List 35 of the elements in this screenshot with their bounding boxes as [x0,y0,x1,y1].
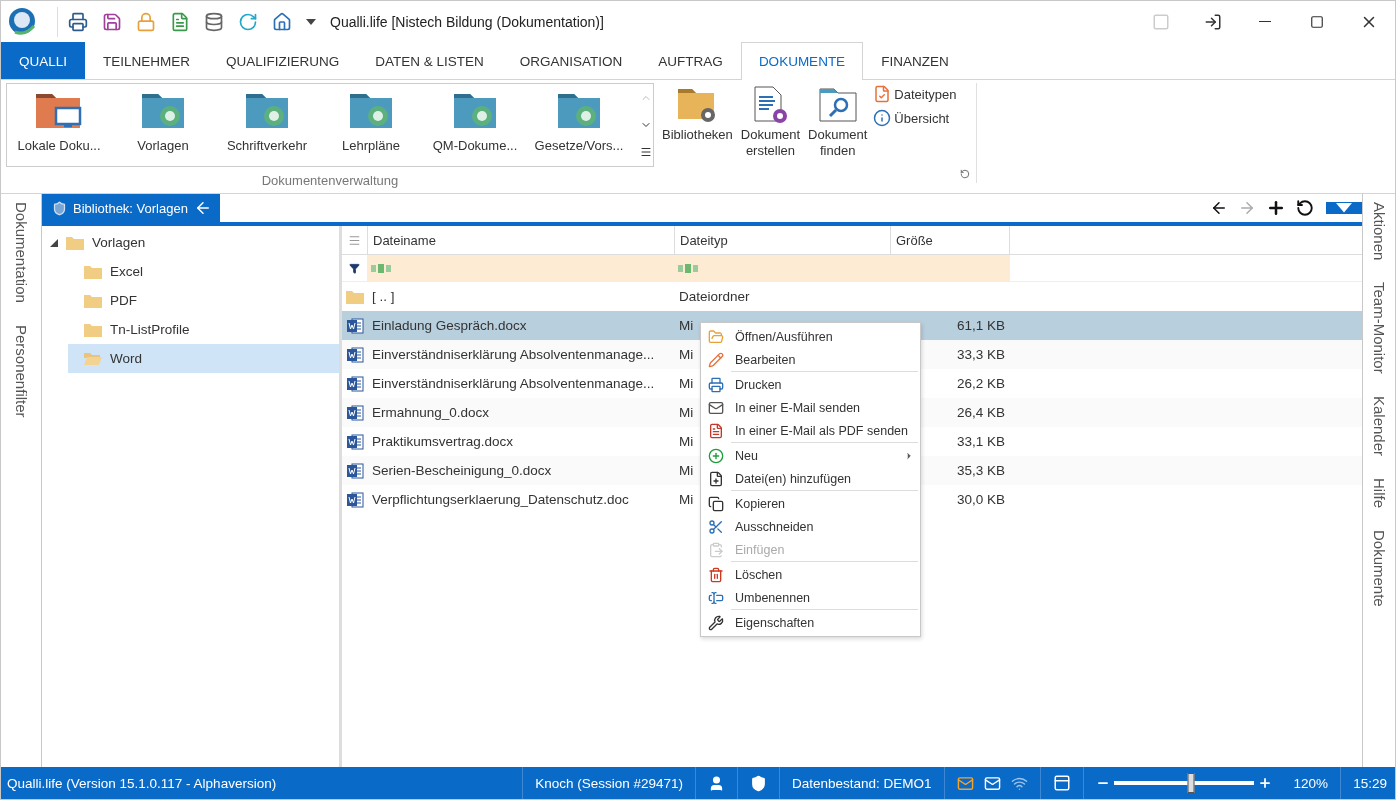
table-cell: Einverständniserklärung Absolventenmanage... [372,376,655,391]
session-text: Knoch (Session #29471) [535,775,683,791]
table-cell: 33,3 KB [956,347,1005,362]
table-cell: Mi [679,463,694,478]
table-cell: 61,1 KB [956,318,1005,333]
table-cell: Mi [679,318,694,333]
tree-item-label: PDF [110,293,137,308]
table-cell: Einladung Gespräch.docx [372,318,527,333]
table-cell: Serien-Bescheinigung_0.docx [372,463,552,478]
table-cell: Mi [679,405,694,420]
table-cell: 35,3 KB [956,463,1005,478]
version-text: Qualli.life (Version 15.1.0.117 - Alphaversion) [7,775,277,791]
table-cell: Mi [679,492,694,507]
clock-text: 15:29 [1353,775,1387,791]
table-cell: Mi [679,376,694,391]
group-label: Dokumentenverwaltung [261,173,399,188]
database-text: Datenbestand: DEMO1 [792,775,932,791]
table-cell: Mi [679,434,694,449]
table-cell: [ .. ] [372,289,395,304]
table-cell: 26,2 KB [956,376,1005,391]
table-cell: Einverständniserklärung Absolventenmanage... [372,347,655,362]
table-cell: 30,0 KB [956,492,1005,507]
tree-item-label: Word [110,351,142,366]
tree-item-label: Excel [110,264,143,279]
table-cell: Mi [679,347,694,362]
table-cell: Dateiordner [679,289,750,304]
zoom-text: 120% [1293,775,1329,791]
table-cell: Verpflichtungserklaerung_Datenschutz.doc [372,492,629,507]
window-title: Qualli.life [Nistech Bildung (Dokumentation)] [330,13,604,30]
tree-item-label: Vorlagen [92,235,146,250]
table-cell: 33,1 KB [956,434,1005,449]
table-cell: 26,4 KB [956,405,1005,420]
tree-item-label: Tn-ListProfile [110,322,190,337]
table-cell: Ermahnung_0.docx [372,405,490,420]
table-cell: Praktikumsvertrag.docx [372,434,514,449]
